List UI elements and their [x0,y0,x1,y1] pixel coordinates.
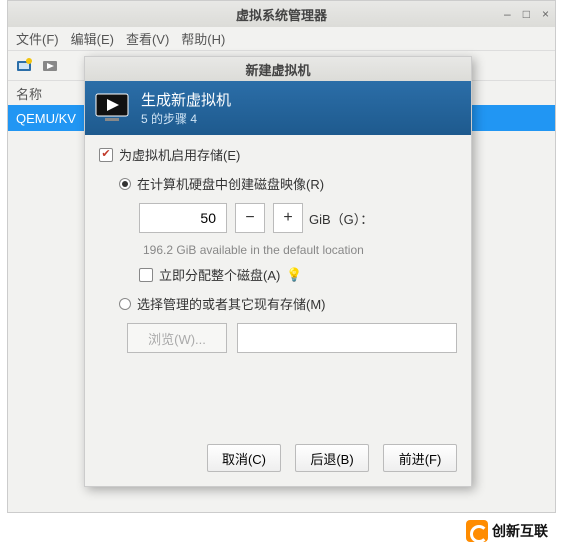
create-disk-row[interactable]: 在计算机硬盘中创建磁盘映像(R) [119,174,457,193]
maximize-button[interactable]: □ [523,7,530,21]
disk-size-input[interactable] [139,203,227,233]
select-existing-radio[interactable] [119,298,131,310]
create-disk-label: 在计算机硬盘中创建磁盘映像(R) [137,174,324,193]
minimize-button[interactable]: – [504,7,511,21]
banner-step: 5 的步骤 4 [141,110,231,127]
banner-title: 生成新虚拟机 [141,89,231,110]
enable-storage-checkbox[interactable] [99,148,113,162]
close-button[interactable]: × [542,7,549,21]
menu-bar: 文件(F) 编辑(E) 查看(V) 帮助(H) [8,27,555,51]
create-disk-radio[interactable] [119,178,131,190]
allocate-now-checkbox[interactable] [139,268,153,282]
disk-size-increase[interactable]: + [273,203,303,233]
storage-path-input [237,323,457,353]
lightbulb-icon: 💡 [286,267,302,283]
forward-button[interactable]: 前进(F) [383,444,457,472]
allocate-now-row[interactable]: 立即分配整个磁盘(A) 💡 [139,265,457,284]
watermark-text: 创新互联 [492,521,548,541]
disk-size-unit: GiB（G）： [309,209,373,228]
new-vm-dialog: 新建虚拟机 生成新虚拟机 5 的步骤 4 为虚拟机启用存储(E) 在计算机硬盘中… [84,56,472,487]
watermark-logo-icon [466,520,488,542]
main-titlebar: 虚拟系统管理器 – □ × [8,1,555,27]
select-existing-row[interactable]: 选择管理的或者其它现有存储(M) [119,294,457,313]
disk-size-decrease[interactable]: − [235,203,265,233]
dialog-banner: 生成新虚拟机 5 的步骤 4 [85,81,471,135]
watermark: 创新互联 [466,520,548,542]
enable-storage-row[interactable]: 为虚拟机启用存储(E) [99,145,457,164]
menu-help[interactable]: 帮助(H) [181,29,225,48]
main-window-title: 虚拟系统管理器 [236,5,327,24]
disk-size-spinner: − + [139,203,303,233]
allocate-now-label: 立即分配整个磁盘(A) [159,265,280,284]
vm-list-row-label: QEMU/KV [16,111,76,126]
new-vm-icon[interactable] [14,56,34,76]
menu-view[interactable]: 查看(V) [126,29,169,48]
menu-edit[interactable]: 编辑(E) [71,29,114,48]
browse-button: 浏览(W)... [127,323,227,353]
dialog-title: 新建虚拟机 [85,57,471,81]
monitor-play-icon [95,93,129,123]
cancel-button[interactable]: 取消(C) [207,444,281,472]
enable-storage-label: 为虚拟机启用存储(E) [119,145,240,164]
select-existing-label: 选择管理的或者其它现有存储(M) [137,294,326,313]
back-button[interactable]: 后退(B) [295,444,369,472]
menu-file[interactable]: 文件(F) [16,29,59,48]
open-vm-icon[interactable] [40,56,60,76]
available-space-hint: 196.2 GiB available in the default locat… [143,243,457,257]
